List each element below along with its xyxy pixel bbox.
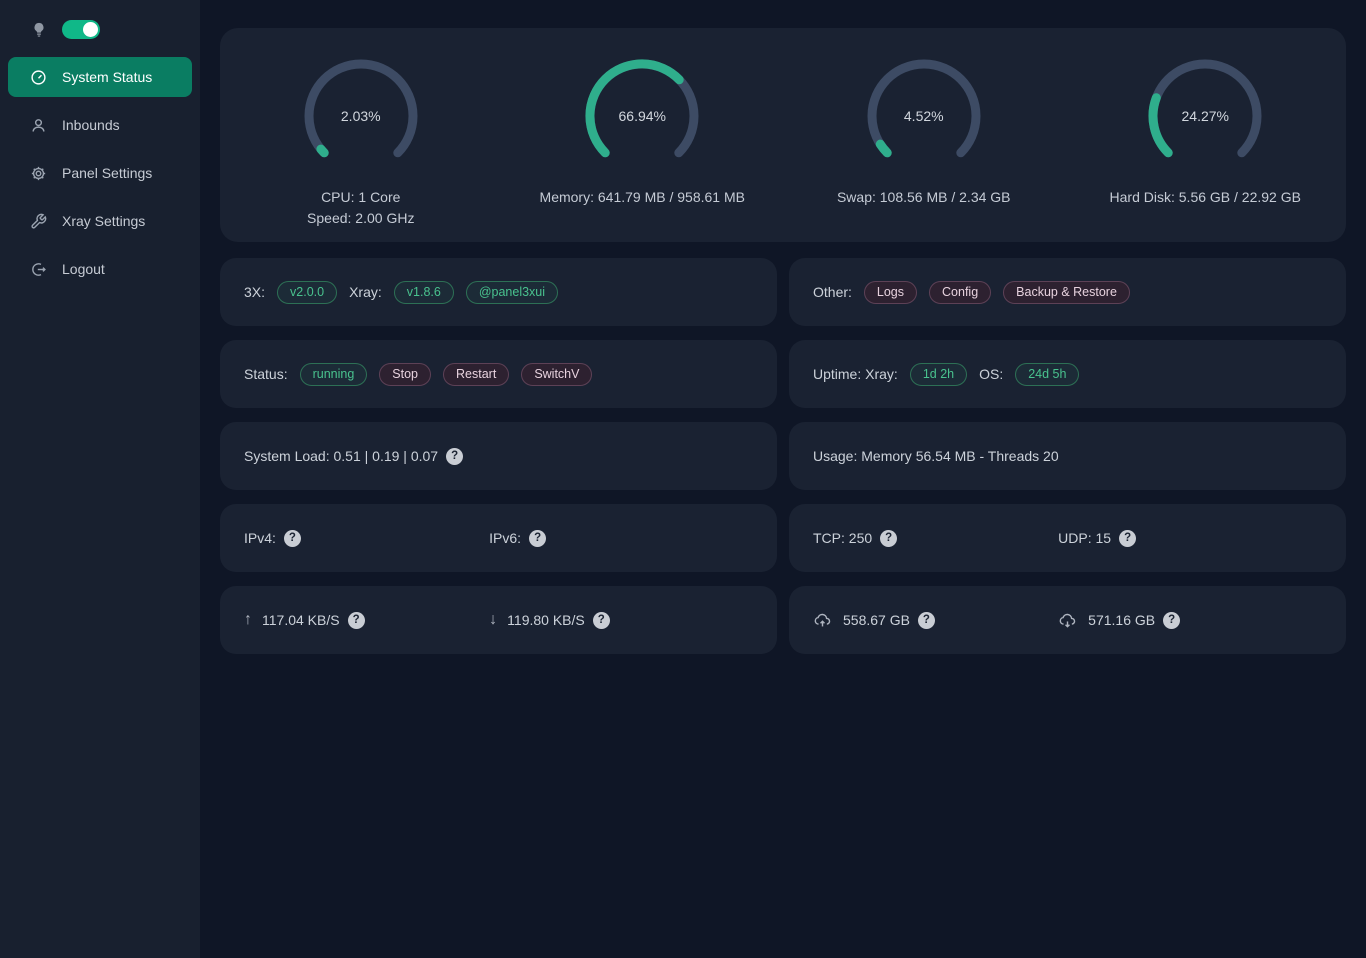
status-label: Status: — [244, 366, 288, 382]
swap-gauge: 4.52% Swap: 108.56 MB / 2.34 GB — [783, 54, 1065, 242]
dashboard-icon — [30, 69, 47, 86]
udp-count-text: UDP: 15 — [1058, 530, 1111, 546]
question-circle-icon[interactable]: ? — [348, 612, 365, 629]
os-uptime-tag: 24d 5h — [1015, 363, 1079, 386]
sidebar-item-label: Xray Settings — [62, 213, 145, 229]
sidebar-item-system-status[interactable]: System Status — [8, 57, 192, 97]
ipv6-label: IPv6: — [489, 530, 521, 546]
theme-toggle-row — [0, 20, 200, 39]
total-traffic-card: 558.67 GB ? 571.16 GB ? — [789, 586, 1346, 654]
sidebar-item-label: System Status — [62, 69, 152, 85]
question-circle-icon[interactable]: ? — [593, 612, 610, 629]
3x-label: 3X: — [244, 284, 265, 300]
uptime-card: Uptime: Xray: 1d 2h OS: 24d 5h — [789, 340, 1346, 408]
xray-label: Xray: — [349, 284, 382, 300]
xray-status-card: Status: running Stop Restart SwitchV — [220, 340, 777, 408]
other-card: Other: Logs Config Backup & Restore — [789, 258, 1346, 326]
wrench-icon — [30, 213, 47, 230]
network-speed-card: ↑ 117.04 KB/S ? ↓ 119.80 KB/S ? — [220, 586, 777, 654]
memory-caption: Memory: 641.79 MB / 958.61 MB — [540, 187, 745, 208]
sidebar: System Status Inbounds Panel Settings Xr… — [0, 0, 200, 958]
xray-uptime-tag: 1d 2h — [910, 363, 967, 386]
question-circle-icon[interactable]: ? — [446, 448, 463, 465]
cpu-speed-caption: Speed: 2.00 GHz — [307, 208, 414, 229]
gear-icon — [30, 165, 47, 182]
cloud-download-icon — [1058, 611, 1077, 630]
question-circle-icon[interactable]: ? — [1163, 612, 1180, 629]
disk-gauge-value: 24.27% — [1143, 54, 1267, 178]
bulb-icon — [30, 21, 48, 39]
info-grid: 3X: v2.0.0 Xray: v1.8.6 @panel3xui Other… — [220, 258, 1346, 654]
total-sent-text: 558.67 GB — [843, 612, 910, 628]
usage-text: Usage: Memory 56.54 MB - Threads 20 — [813, 448, 1059, 464]
xray-version-tag: v1.8.6 — [394, 281, 454, 304]
question-circle-icon[interactable]: ? — [918, 612, 935, 629]
arrow-down-icon: ↓ — [489, 611, 497, 629]
question-circle-icon[interactable]: ? — [284, 530, 301, 547]
sidebar-item-label: Panel Settings — [62, 165, 152, 181]
system-load-text: System Load: 0.51 | 0.19 | 0.07 — [244, 448, 438, 464]
sidebar-item-panel-settings[interactable]: Panel Settings — [8, 153, 192, 193]
sidebar-item-logout[interactable]: Logout — [8, 249, 192, 289]
switch-version-button[interactable]: SwitchV — [521, 363, 592, 386]
sidebar-item-label: Inbounds — [62, 117, 120, 133]
sidebar-item-inbounds[interactable]: Inbounds — [8, 105, 192, 145]
question-circle-icon[interactable]: ? — [529, 530, 546, 547]
connections-card: TCP: 250 ? UDP: 15 ? — [789, 504, 1346, 572]
sidebar-item-label: Logout — [62, 261, 105, 277]
logs-button[interactable]: Logs — [864, 281, 917, 304]
upload-speed-text: 117.04 KB/S — [262, 612, 340, 628]
cpu-caption: CPU: 1 Core — [307, 187, 414, 208]
panel-version-tag: v2.0.0 — [277, 281, 337, 304]
disk-gauge: 24.27% Hard Disk: 5.56 GB / 22.92 GB — [1065, 54, 1347, 242]
backup-restore-button[interactable]: Backup & Restore — [1003, 281, 1130, 304]
main-content: 2.03% CPU: 1 Core Speed: 2.00 GHz 66.94%… — [200, 0, 1366, 654]
uptime-xray-label: Uptime: Xray: — [813, 366, 898, 382]
cpu-gauge-value: 2.03% — [299, 54, 423, 178]
swap-caption: Swap: 108.56 MB / 2.34 GB — [837, 187, 1011, 208]
ipv4-label: IPv4: — [244, 530, 276, 546]
memory-gauge: 66.94% Memory: 641.79 MB / 958.61 MB — [502, 54, 784, 242]
uptime-os-label: OS: — [979, 366, 1003, 382]
system-gauges-card: 2.03% CPU: 1 Core Speed: 2.00 GHz 66.94%… — [220, 28, 1346, 242]
memory-gauge-value: 66.94% — [580, 54, 704, 178]
cloud-upload-icon — [813, 611, 832, 630]
ip-card: IPv4: ? IPv6: ? — [220, 504, 777, 572]
question-circle-icon[interactable]: ? — [880, 530, 897, 547]
disk-caption: Hard Disk: 5.56 GB / 22.92 GB — [1110, 187, 1301, 208]
logout-icon — [30, 261, 47, 278]
user-icon — [30, 117, 47, 134]
total-received-text: 571.16 GB — [1088, 612, 1155, 628]
system-load-card: System Load: 0.51 | 0.19 | 0.07 ? — [220, 422, 777, 490]
swap-gauge-value: 4.52% — [862, 54, 986, 178]
other-label: Other: — [813, 284, 852, 300]
config-button[interactable]: Config — [929, 281, 991, 304]
toggle-knob — [83, 22, 98, 37]
arrow-up-icon: ↑ — [244, 611, 252, 629]
running-status-tag: running — [300, 363, 368, 386]
version-card: 3X: v2.0.0 Xray: v1.8.6 @panel3xui — [220, 258, 777, 326]
dark-theme-toggle[interactable] — [62, 20, 100, 39]
telegram-tag[interactable]: @panel3xui — [466, 281, 558, 304]
usage-card: Usage: Memory 56.54 MB - Threads 20 — [789, 422, 1346, 490]
stop-button[interactable]: Stop — [379, 363, 431, 386]
tcp-count-text: TCP: 250 — [813, 530, 872, 546]
question-circle-icon[interactable]: ? — [1119, 530, 1136, 547]
sidebar-item-xray-settings[interactable]: Xray Settings — [8, 201, 192, 241]
cpu-gauge: 2.03% CPU: 1 Core Speed: 2.00 GHz — [220, 54, 502, 242]
restart-button[interactable]: Restart — [443, 363, 509, 386]
download-speed-text: 119.80 KB/S — [507, 612, 585, 628]
